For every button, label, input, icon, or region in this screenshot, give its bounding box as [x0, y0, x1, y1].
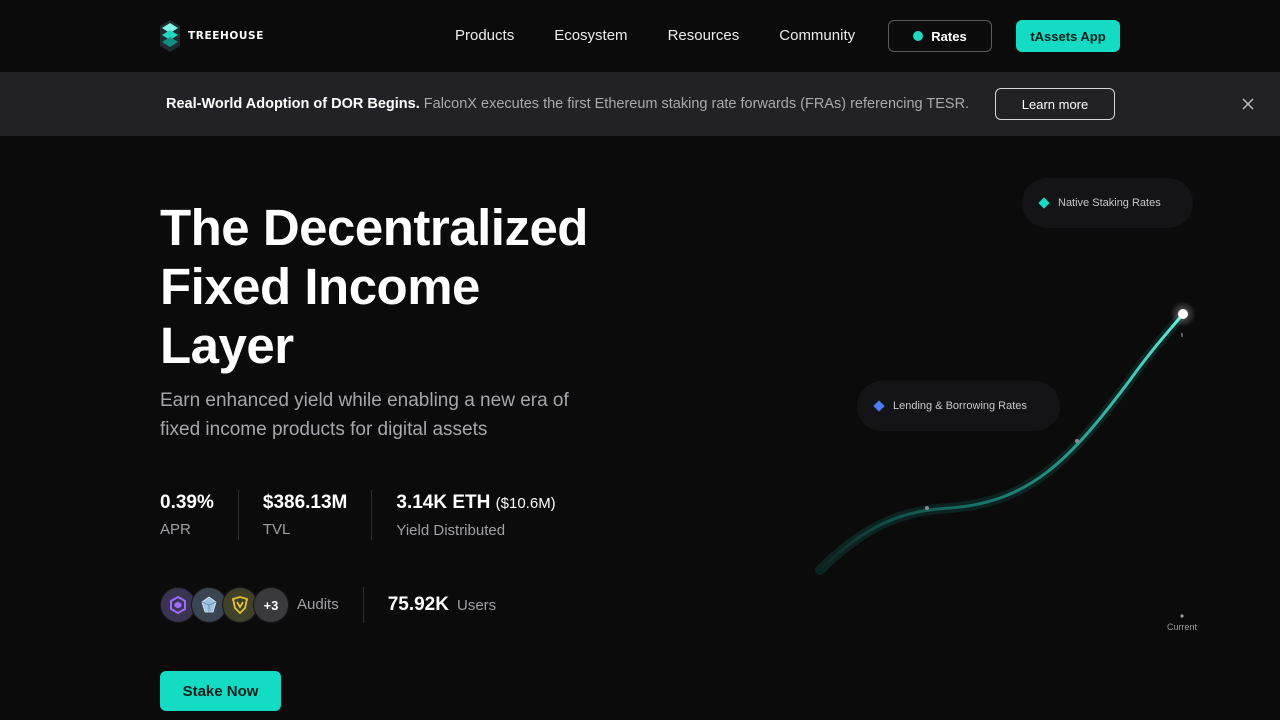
curve-point — [1075, 439, 1079, 443]
curve-point — [925, 506, 929, 510]
current-label: Current — [1167, 622, 1198, 632]
audit-more-count: +3 — [253, 587, 289, 623]
current-marker — [1180, 614, 1184, 618]
stake-now-button[interactable]: Stake Now — [160, 671, 281, 711]
native-staking-rates-pill: Native Staking Rates — [1022, 178, 1193, 228]
nav-community[interactable]: Community — [779, 24, 855, 48]
brand-logo[interactable]: TREEHOUSE — [160, 20, 264, 52]
top-navbar: TREEHOUSE Products Ecosystem Resources C… — [0, 0, 1280, 72]
stat-label: APR — [160, 521, 191, 538]
hero-title: The Decentralized Fixed Income Layer — [160, 198, 640, 375]
users-count: 75.92K — [387, 594, 449, 615]
diamond-icon — [1038, 197, 1050, 209]
close-icon[interactable] — [1240, 96, 1256, 112]
tassets-app-button[interactable]: tAssets App — [1016, 20, 1120, 52]
hero-subtitle: Earn enhanced yield while enabling a new… — [160, 390, 569, 440]
pill-label: Native Staking Rates — [1058, 197, 1161, 209]
stat-value-main: 3.14K ETH — [396, 492, 491, 513]
stat-value: $386.13M — [262, 492, 348, 513]
stat-label: TVL — [262, 521, 291, 538]
banner-message: Real-World Adoption of DOR Begins. Falco… — [166, 94, 969, 114]
nav-ecosystem[interactable]: Ecosystem — [554, 24, 627, 48]
stat-value-usd: ($10.6M) — [495, 495, 556, 512]
diamond-icon — [873, 400, 885, 412]
status-dot-icon — [913, 31, 924, 41]
stat-value: 0.39% — [160, 492, 214, 513]
pill-label: Lending & Borrowing Rates — [893, 400, 1027, 412]
announcement-banner: Real-World Adoption of DOR Begins. Falco… — [0, 72, 1280, 136]
stat-value: 3.14K ETH ($10.6M) — [396, 490, 555, 517]
rates-button-label: Rates — [931, 28, 967, 44]
banner-body: FalconX executes the first Ethereum stak… — [423, 96, 970, 112]
learn-more-button[interactable]: Learn more — [995, 88, 1115, 120]
users-label: Users — [456, 596, 497, 614]
audit-avatars[interactable]: +3 — [160, 587, 289, 623]
audits-label: Audits — [297, 587, 364, 623]
stat-apr: 0.39% APR — [160, 490, 238, 540]
brand-name: TREEHOUSE — [188, 30, 264, 42]
stat-yield-distributed: 3.14K ETH ($10.6M) Yield Distributed — [371, 490, 579, 540]
stats-row: 0.39% APR $386.13M TVL 3.14K ETH ($10.6M… — [160, 490, 580, 540]
nav-resources[interactable]: Resources — [668, 24, 740, 48]
main-nav: Products Ecosystem Resources Community — [455, 24, 855, 48]
rates-curve-glow — [815, 309, 1188, 575]
treehouse-logo-icon — [160, 20, 180, 52]
lending-borrowing-rates-pill: Lending & Borrowing Rates — [857, 381, 1060, 431]
stat-tvl: $386.13M TVL — [237, 490, 372, 540]
stat-label: Yield Distributed — [396, 522, 506, 539]
audits-row: +3 Audits 75.92K Users — [160, 587, 496, 623]
banner-headline: Real-World Adoption of DOR Begins. — [166, 96, 420, 112]
curve-end-point — [1178, 309, 1188, 319]
rates-button[interactable]: Rates — [888, 20, 992, 52]
hero-title-line: Fixed Income — [160, 258, 480, 315]
hero-title-line: Layer — [160, 317, 294, 374]
nav-products[interactable]: Products — [455, 24, 514, 48]
hero-title-line: The Decentralized — [160, 199, 588, 256]
